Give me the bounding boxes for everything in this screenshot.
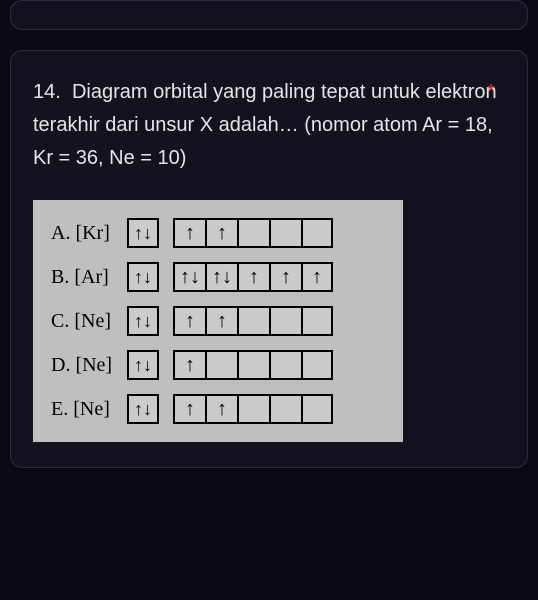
orbital-box — [301, 306, 333, 336]
orbital-group: ↑ — [173, 350, 333, 380]
orbital-s-box: ↑↓ — [127, 218, 159, 248]
orbital-box — [237, 350, 269, 380]
orbital-box — [205, 350, 237, 380]
orbital-group: ↑ ↑ — [173, 306, 333, 336]
orbital-box — [237, 394, 269, 424]
option-label: C. [Ne] — [51, 310, 113, 333]
orbital-box: ↑ — [269, 262, 301, 292]
question-number: 14. — [33, 81, 61, 103]
orbital-box: ↑↓ — [205, 262, 237, 292]
orbital-box — [301, 350, 333, 380]
option-row-c: C. [Ne] ↑↓ ↑ ↑ — [51, 306, 385, 336]
orbital-box — [237, 306, 269, 336]
question-text: 14. Diagram orbital yang paling tepat un… — [33, 76, 505, 175]
orbital-box — [269, 394, 301, 424]
question-card: 14. Diagram orbital yang paling tepat un… — [10, 50, 528, 468]
option-row-d: D. [Ne] ↑↓ ↑ — [51, 350, 385, 380]
question-body: Diagram orbital yang paling tepat untuk … — [33, 81, 497, 169]
option-label: A. [Kr] — [51, 222, 113, 245]
required-asterisk: * — [487, 76, 495, 109]
orbital-box: ↑ — [205, 306, 237, 336]
orbital-box: ↑↓ — [173, 262, 205, 292]
orbital-box — [301, 218, 333, 248]
orbital-diagram-image: A. [Kr] ↑↓ ↑ ↑ B. [Ar] ↑↓ ↑↓ ↑↓ ↑ ↑ ↑ — [33, 200, 403, 442]
orbital-box: ↑ — [173, 394, 205, 424]
option-label: E. [Ne] — [51, 398, 113, 421]
orbital-box — [269, 350, 301, 380]
orbital-box: ↑ — [205, 218, 237, 248]
orbital-box — [237, 218, 269, 248]
orbital-s-box: ↑↓ — [127, 394, 159, 424]
option-label: D. [Ne] — [51, 354, 113, 377]
option-row-e: E. [Ne] ↑↓ ↑ ↑ — [51, 394, 385, 424]
option-label: B. [Ar] — [51, 266, 113, 289]
option-row-a: A. [Kr] ↑↓ ↑ ↑ — [51, 218, 385, 248]
orbital-s-box: ↑↓ — [127, 262, 159, 292]
orbital-group: ↑ ↑ — [173, 394, 333, 424]
orbital-box — [269, 306, 301, 336]
orbital-box: ↑ — [205, 394, 237, 424]
option-row-b: B. [Ar] ↑↓ ↑↓ ↑↓ ↑ ↑ ↑ — [51, 262, 385, 292]
orbital-group: ↑↓ ↑↓ ↑ ↑ ↑ — [173, 262, 333, 292]
orbital-box: ↑ — [173, 350, 205, 380]
orbital-s-box: ↑↓ — [127, 350, 159, 380]
orbital-group: ↑ ↑ — [173, 218, 333, 248]
orbital-s-box: ↑↓ — [127, 306, 159, 336]
orbital-box: ↑ — [237, 262, 269, 292]
orbital-box: ↑ — [301, 262, 333, 292]
orbital-box: ↑ — [173, 218, 205, 248]
orbital-box — [301, 394, 333, 424]
orbital-box — [269, 218, 301, 248]
orbital-box: ↑ — [173, 306, 205, 336]
previous-card — [10, 0, 528, 30]
